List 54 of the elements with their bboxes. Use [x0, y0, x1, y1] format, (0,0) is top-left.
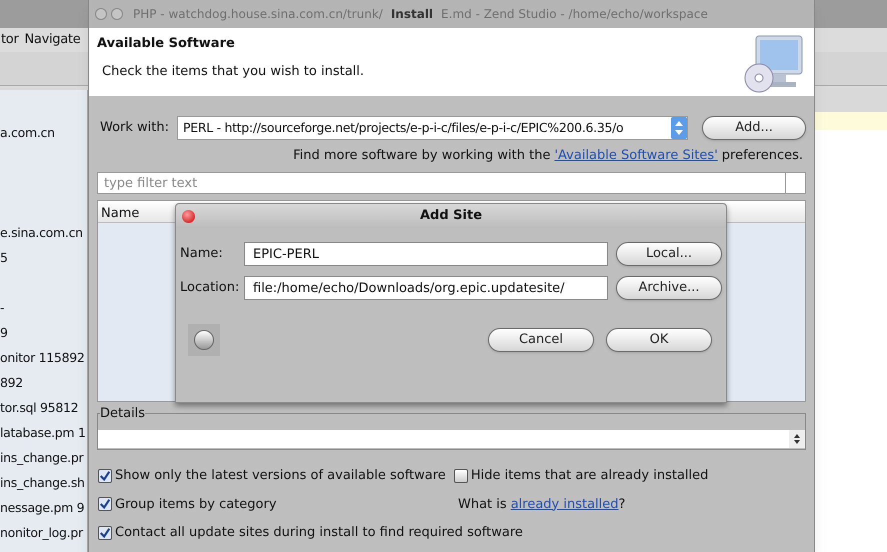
file-item[interactable]: latabase.pm 1 [0, 424, 86, 443]
filter-clear-area [786, 172, 806, 194]
background-window-title: PHP - watchdog.house.sina.com.cn/trunk/ [133, 6, 383, 23]
sites-link[interactable]: 'Available Software Sites' [554, 146, 718, 166]
header-subtitle: Check the items that you wish to install. [101, 62, 364, 80]
header-title: Available Software [97, 35, 236, 53]
dialog-button[interactable]: Add... [702, 116, 806, 140]
file-item[interactable]: nessage.pm 9 [0, 499, 84, 518]
dialog-button[interactable]: Archive... [616, 276, 722, 300]
file-item[interactable]: nonitor_log.pr [0, 524, 83, 543]
file-item[interactable]: - [0, 299, 4, 318]
field-label: Work with: [99, 119, 170, 138]
checkbox[interactable] [98, 526, 112, 540]
group-label: Details [100, 405, 146, 423]
background-window-title: E.md - Zend Studio - /home/echo/workspace [441, 6, 708, 23]
file-item[interactable]: 892 [0, 374, 23, 393]
checkbox[interactable] [98, 468, 112, 483]
checkbox[interactable] [454, 468, 468, 483]
file-item[interactable]: 9 [0, 324, 8, 343]
checkbox-label: Show only the latest versions of available software [115, 467, 446, 485]
hint-text: What is [458, 496, 507, 514]
hint-text: preferences. [722, 147, 803, 166]
editor-highlight [815, 112, 887, 130]
spinner-icon [789, 430, 805, 448]
checkbox-label: Hide items that are already installed [470, 467, 708, 485]
window-title: Add Site [420, 207, 482, 226]
text-field[interactable]: EPIC-PERL [244, 242, 608, 266]
installed-link[interactable]: already installed [510, 496, 619, 512]
dialog-button[interactable]: OK [606, 328, 712, 352]
window-title: Install [390, 6, 434, 23]
spinner-icon [671, 117, 688, 139]
menu-item[interactable]: tor [0, 30, 20, 50]
file-item[interactable]: a.com.cn [0, 124, 55, 143]
file-item[interactable]: 5 [0, 249, 8, 268]
checkbox[interactable] [98, 497, 112, 512]
hint-text: Find more software by working with the [293, 147, 550, 166]
file-item[interactable]: tor.sql 95812 [0, 399, 78, 418]
field-label: Location: [180, 279, 240, 298]
filter-field[interactable]: type filter text [97, 172, 786, 194]
dialog-button[interactable]: Local... [616, 242, 722, 266]
checkbox-label: Group items by category [115, 496, 277, 514]
file-item[interactable]: ins_change.sh [0, 474, 85, 493]
file-item[interactable]: ins_change.pr [0, 449, 84, 468]
hint-text: ? [618, 496, 626, 512]
text-field[interactable]: file:/home/echo/Downloads/org.epic.updatesite/ [244, 276, 608, 300]
menu-item[interactable]: Navigate [24, 30, 82, 50]
site-dropdown[interactable]: PERL - http://sourceforge.net/projects/e-p-i-c/files/e-p-i-c/EPIC%200.6.35/o [177, 116, 688, 140]
checkbox-label: Contact all update sites during install to find required software [115, 524, 523, 542]
field-label: Name: [180, 245, 224, 264]
file-item[interactable]: onitor 115892 [0, 349, 85, 368]
dialog-button[interactable]: Cancel [488, 328, 594, 352]
close-icon[interactable] [182, 210, 195, 222]
file-item[interactable]: e.sina.com.cn [0, 224, 83, 243]
column-header[interactable]: Name [98, 201, 142, 222]
